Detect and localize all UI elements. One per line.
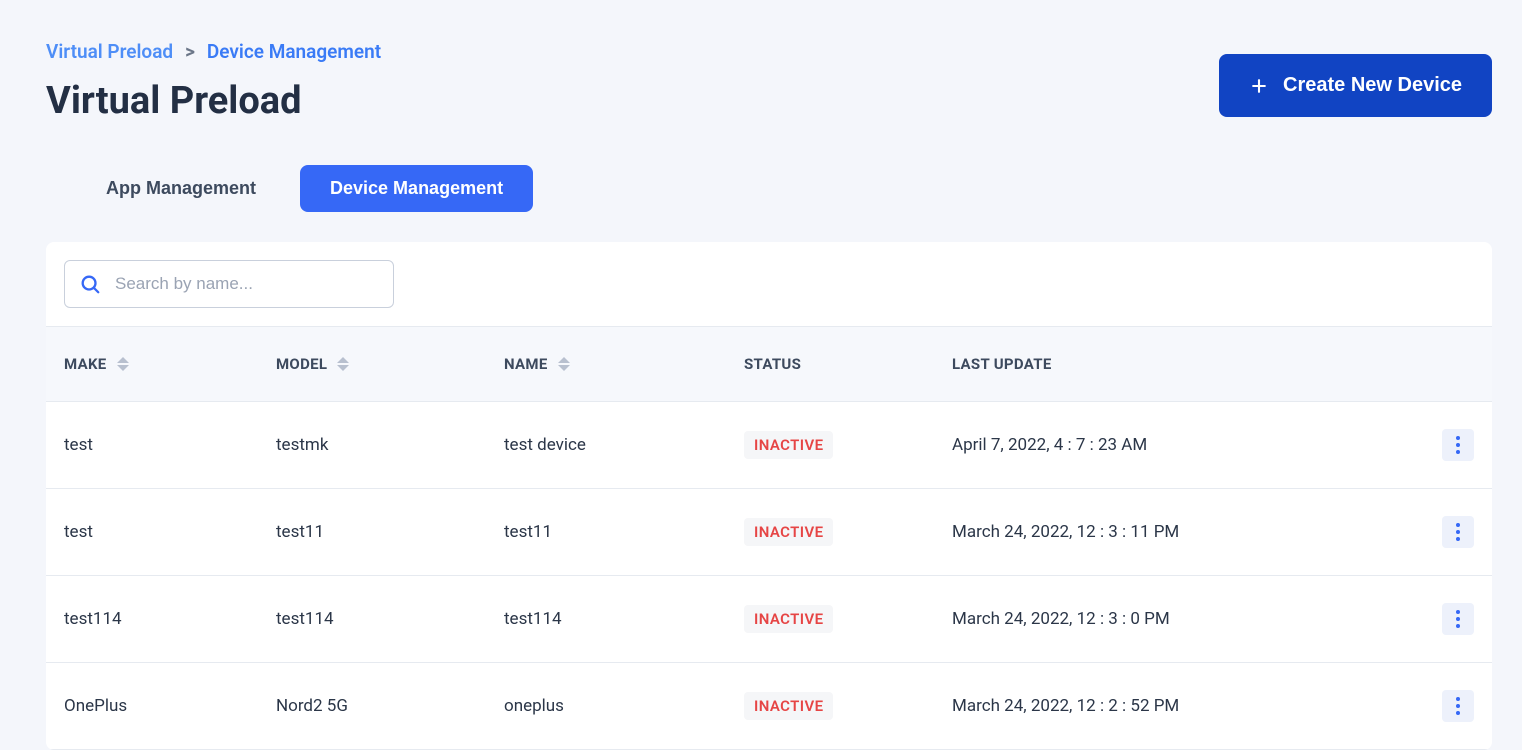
- column-header-model: MODEL: [276, 355, 504, 373]
- column-label: LAST UPDATE: [952, 355, 1052, 373]
- sort-down-icon: [337, 365, 349, 371]
- search-icon: [79, 273, 101, 295]
- sort-down-icon: [117, 365, 129, 371]
- more-vertical-icon: [1456, 697, 1460, 715]
- chevron-right-icon: >: [185, 40, 195, 63]
- status-badge: INACTIVE: [744, 518, 833, 546]
- table-header-row: MAKE MODEL NAME: [46, 326, 1492, 402]
- cell-name: test114: [504, 609, 744, 629]
- sort-up-icon: [337, 357, 349, 363]
- cell-model: test114: [276, 609, 504, 629]
- breadcrumb: Virtual Preload > Device Management: [46, 40, 381, 63]
- sort-up-icon: [117, 357, 129, 363]
- column-header-status: STATUS: [744, 355, 952, 373]
- device-table-card: MAKE MODEL NAME: [46, 242, 1492, 750]
- status-badge: INACTIVE: [744, 431, 833, 459]
- cell-last-update: March 24, 2022, 12 : 3 : 0 PM: [952, 609, 1404, 629]
- cell-model: testmk: [276, 435, 504, 455]
- table-row: OnePlusNord2 5GoneplusINACTIVE March 24, …: [46, 663, 1492, 750]
- cell-make: test: [64, 435, 276, 455]
- cell-actions: [1404, 516, 1474, 548]
- cell-status: INACTIVE: [744, 605, 952, 633]
- sort-toggle-model[interactable]: [337, 357, 349, 371]
- cell-model: Nord2 5G: [276, 696, 504, 716]
- breadcrumb-current: Device Management: [207, 40, 381, 63]
- page-title: Virtual Preload: [46, 79, 381, 123]
- cell-last-update: March 24, 2022, 12 : 3 : 11 PM: [952, 522, 1404, 542]
- more-vertical-icon: [1456, 523, 1460, 541]
- column-label: MODEL: [276, 355, 327, 373]
- column-label: NAME: [504, 355, 548, 373]
- column-label: STATUS: [744, 355, 801, 373]
- row-actions-button[interactable]: [1442, 603, 1474, 635]
- more-vertical-icon: [1456, 436, 1460, 454]
- cell-name: test11: [504, 522, 744, 542]
- row-actions-button[interactable]: [1442, 690, 1474, 722]
- cell-status: INACTIVE: [744, 431, 952, 459]
- cell-make: test: [64, 522, 276, 542]
- cell-last-update: April 7, 2022, 4 : 7 : 23 AM: [952, 435, 1404, 455]
- sort-toggle-name[interactable]: [558, 357, 570, 371]
- sort-up-icon: [558, 357, 570, 363]
- status-badge: INACTIVE: [744, 692, 833, 720]
- sort-down-icon: [558, 365, 570, 371]
- cell-model: test11: [276, 522, 504, 542]
- column-header-make: MAKE: [64, 355, 276, 373]
- column-header-last-update: LAST UPDATE: [952, 355, 1404, 373]
- row-actions-button[interactable]: [1442, 429, 1474, 461]
- cell-last-update: March 24, 2022, 12 : 2 : 52 PM: [952, 696, 1404, 716]
- cell-status: INACTIVE: [744, 518, 952, 546]
- breadcrumb-root-link[interactable]: Virtual Preload: [46, 40, 173, 63]
- column-header-name: NAME: [504, 355, 744, 373]
- cell-actions: [1404, 690, 1474, 722]
- sort-toggle-make[interactable]: [117, 357, 129, 371]
- plus-icon: [1249, 76, 1269, 96]
- cell-make: OnePlus: [64, 696, 276, 716]
- table-row: test114test114test114INACTIVEMarch 24, 2…: [46, 576, 1492, 663]
- tabs: App Management Device Management: [76, 165, 1492, 212]
- cell-name: test device: [504, 435, 744, 455]
- search-box: [64, 260, 394, 308]
- search-input[interactable]: [115, 274, 379, 294]
- table-row: testtest11test11INACTIVEMarch 24, 2022, …: [46, 489, 1492, 576]
- status-badge: INACTIVE: [744, 605, 833, 633]
- table-row: testtestmktest deviceINACTIVE April 7, 20…: [46, 402, 1492, 489]
- tab-app-management[interactable]: App Management: [76, 165, 286, 212]
- create-button-label: Create New Device: [1283, 74, 1462, 97]
- create-new-device-button[interactable]: Create New Device: [1219, 54, 1492, 117]
- cell-actions: [1404, 603, 1474, 635]
- row-actions-button[interactable]: [1442, 516, 1474, 548]
- cell-actions: [1404, 429, 1474, 461]
- column-label: MAKE: [64, 355, 107, 373]
- tab-device-management[interactable]: Device Management: [300, 165, 533, 212]
- more-vertical-icon: [1456, 610, 1460, 628]
- cell-make: test114: [64, 609, 276, 629]
- cell-name: oneplus: [504, 696, 744, 716]
- cell-status: INACTIVE: [744, 692, 952, 720]
